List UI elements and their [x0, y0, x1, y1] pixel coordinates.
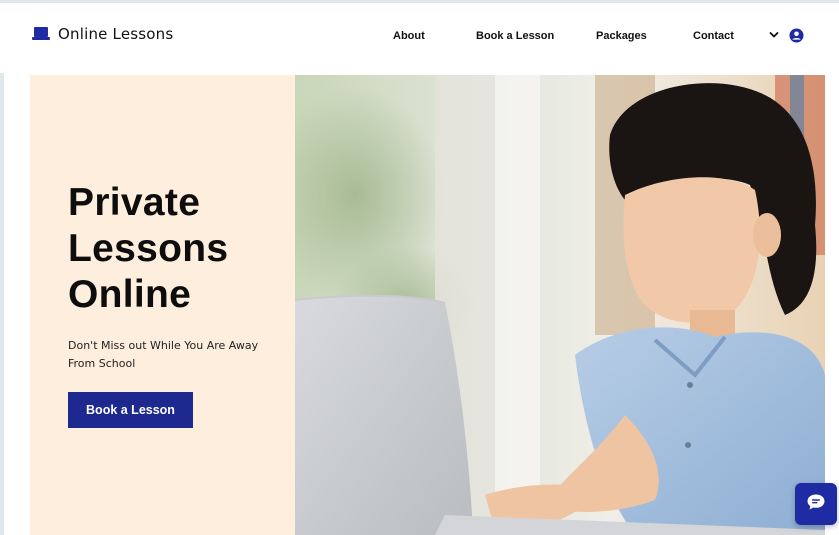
nav-item-packages[interactable]: Packages [596, 30, 647, 42]
site-header: Online Lessons About Book a Lesson Packa… [0, 3, 839, 73]
hero-title: Private Lessons Online [68, 180, 228, 318]
hero-photo-girl-on-laptop [265, 75, 825, 535]
chat-button[interactable] [795, 483, 837, 525]
hero-subtitle: Don't Miss out While You Are Away From S… [68, 339, 259, 370]
book-a-lesson-button[interactable]: Book a Lesson [68, 392, 193, 428]
hero-text-panel: Private Lessons Online Don't Miss out Wh… [30, 75, 295, 535]
main-nav: About Book a Lesson Packages Contact [0, 30, 839, 50]
user-account-icon[interactable] [789, 28, 804, 43]
hero-section: Private Lessons Online Don't Miss out Wh… [30, 75, 825, 535]
nav-item-book-a-lesson[interactable]: Book a Lesson [476, 30, 554, 42]
hero-title-line-2: Lessons [68, 227, 229, 270]
chat-bubble-icon [806, 493, 826, 516]
left-edge [0, 0, 4, 535]
chevron-down-icon[interactable] [769, 28, 779, 42]
nav-item-contact[interactable]: Contact [693, 30, 734, 42]
hero-title-line-1: Private [68, 181, 201, 224]
hero-title-line-3: Online [68, 273, 192, 316]
nav-item-about[interactable]: About [393, 30, 425, 42]
